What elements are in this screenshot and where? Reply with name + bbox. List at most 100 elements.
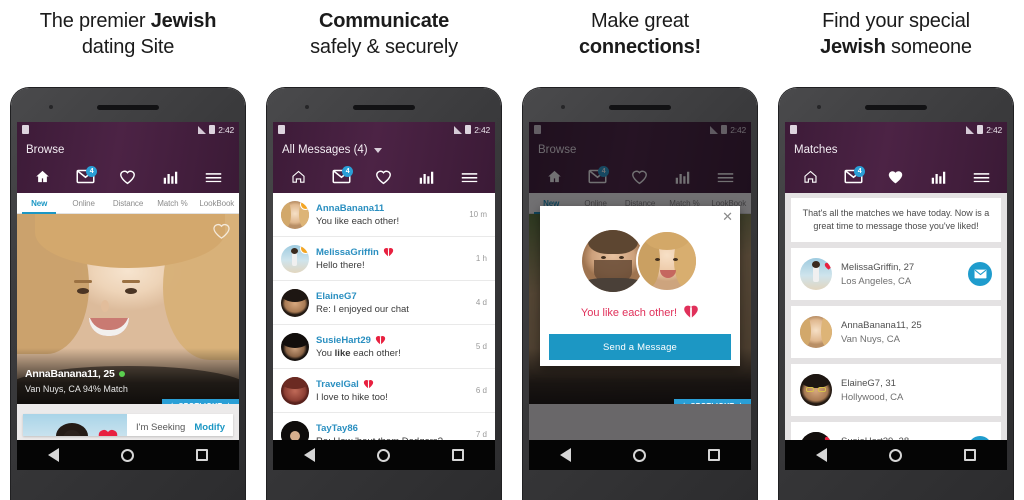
list-item[interactable]: ElaineG7 Re: I enjoyed our chat 4 d — [273, 281, 495, 325]
list-item[interactable]: TayTay86 Re: How 'bout them Dodgers? 7 d — [273, 413, 495, 440]
message-sender: ElaineG7 — [316, 291, 469, 302]
nav-recents-icon[interactable] — [964, 449, 976, 461]
seeking-text: I'm Seeking Modify I'm looking for: Wome… — [127, 414, 233, 470]
status-bar-2: 2:42 — [273, 122, 495, 137]
nav-home-icon[interactable] — [377, 448, 390, 462]
signal-icon — [454, 125, 463, 134]
nav-home-icon[interactable] — [633, 448, 646, 462]
mutual-like-heart-icon — [363, 379, 374, 389]
seeking-card[interactable]: I'm Seeking Modify I'm looking for: Wome… — [23, 414, 233, 470]
avatar — [281, 420, 309, 440]
nav-back-icon[interactable] — [304, 448, 315, 462]
sim-icon — [790, 125, 797, 134]
signal-icon — [198, 125, 207, 134]
headline-1: The premier Jewish dating Site — [0, 8, 256, 60]
list-item[interactable]: ElaineG7, 31 Hollywood, CA — [791, 364, 1001, 416]
matches-heart-icon[interactable] — [373, 167, 395, 187]
home-icon[interactable] — [287, 167, 309, 187]
avatar — [582, 230, 644, 292]
message-sender: AnnaBanana11 — [316, 203, 462, 214]
match-location: Van Nuys, CA — [841, 333, 900, 345]
android-nav-bar-4 — [785, 440, 1007, 470]
unread-dot — [300, 244, 309, 254]
status-bar-4: 2:42 — [785, 122, 1007, 137]
app-store-screenshot-strip: The premier Jewish dating Site 2:42 Brow… — [0, 0, 1024, 500]
messages-icon[interactable]: 4 — [74, 165, 98, 187]
messages-icon[interactable]: 4 — [842, 165, 866, 187]
message-sender: SusieHart29 — [316, 335, 469, 346]
nav-recents-icon[interactable] — [196, 449, 208, 461]
message-time: 5 d — [475, 342, 487, 351]
earpiece-speaker — [865, 105, 927, 110]
tab-lookbook[interactable]: LookBook — [195, 193, 239, 214]
phone-screen-2: 2:42 All Messages (4) 4 AnnaBanana11 You… — [273, 122, 495, 470]
nav-back-icon[interactable] — [48, 448, 59, 462]
list-item[interactable]: MelissaGriffin Hello there! 1 h — [273, 237, 495, 281]
close-icon[interactable]: ✕ — [722, 210, 733, 223]
browse-content-1: AnnaBanana11, 25 Van Nuys, CA 94% Match … — [17, 214, 239, 470]
match-modal: ✕ You like each other! Send a Message — [540, 206, 740, 366]
activity-chart-icon[interactable] — [928, 167, 950, 187]
avatar — [800, 374, 832, 406]
match-name: ElaineG7, 31 — [841, 377, 896, 389]
signal-icon — [966, 125, 975, 134]
nav-recents-icon[interactable] — [708, 449, 720, 461]
phone-bezel-top-1 — [17, 94, 239, 122]
list-item[interactable]: SusieHart29 You like each other! 5 d — [273, 325, 495, 369]
list-item[interactable]: TravelGal I love to hike too! 6 d — [273, 369, 495, 413]
nav-back-icon[interactable] — [560, 448, 571, 462]
earpiece-speaker — [609, 105, 671, 110]
seeking-photo — [23, 414, 127, 436]
list-item[interactable]: MelissaGriffin, 27 Los Angeles, CA — [791, 248, 1001, 300]
avatar — [281, 244, 309, 273]
match-location: Hollywood, CA — [841, 391, 904, 403]
seeking-modify-link[interactable]: Modify — [194, 422, 225, 433]
phone-bezel-top-2 — [273, 94, 495, 122]
tab-distance[interactable]: Distance — [106, 193, 150, 214]
page-title: Browse — [26, 144, 65, 156]
messages-list[interactable]: AnnaBanana11 You like each other! 10 m M… — [273, 193, 495, 440]
matches-list[interactable]: That's all the matches we have today. No… — [785, 193, 1007, 470]
battery-icon — [465, 125, 472, 134]
menu-icon[interactable] — [203, 167, 225, 187]
app-bar-title-row-2[interactable]: All Messages (4) — [273, 137, 495, 163]
nav-home-icon[interactable] — [889, 448, 902, 462]
mutual-like-heart-icon — [383, 247, 394, 257]
nav-home-icon[interactable] — [121, 448, 134, 462]
activity-chart-icon[interactable] — [416, 167, 438, 187]
browse-tab-strip-1: New Online Distance Match % LookBook — [17, 193, 239, 214]
avatar — [281, 200, 309, 229]
headline-3-line1: Make great — [590, 10, 690, 32]
send-message-button[interactable]: Send a Message — [549, 334, 731, 360]
home-icon[interactable] — [31, 167, 53, 187]
home-icon[interactable] — [799, 167, 821, 187]
messages-icon[interactable]: 4 — [330, 165, 354, 187]
matches-heart-icon[interactable] — [885, 167, 907, 187]
send-message-icon-button[interactable] — [968, 262, 992, 286]
star-icon: ★ — [681, 402, 688, 404]
nav-recents-icon[interactable] — [452, 449, 464, 461]
phone-screen-1: 2:42 Browse 4 New Online Distance Match … — [17, 122, 239, 470]
profile-photo-card[interactable]: AnnaBanana11, 25 Van Nuys, CA 94% Match … — [17, 214, 239, 404]
menu-icon[interactable] — [971, 167, 993, 187]
tab-online[interactable]: Online — [61, 193, 105, 214]
match-avatars — [582, 230, 698, 292]
headline-1-line1-pre: The premier — [39, 10, 151, 32]
tab-match-percent[interactable]: Match % — [150, 193, 194, 214]
avatar — [281, 332, 309, 361]
list-item[interactable]: AnnaBanana11, 25 Van Nuys, CA — [791, 306, 1001, 358]
list-item[interactable]: AnnaBanana11 You like each other! 10 m — [273, 193, 495, 237]
app-bar-2: 2:42 All Messages (4) 4 — [273, 122, 495, 193]
match-message-row: You like each other! — [581, 304, 699, 322]
menu-icon[interactable] — [459, 167, 481, 187]
nav-back-icon[interactable] — [816, 448, 827, 462]
android-nav-bar-2 — [273, 440, 495, 470]
chevron-down-icon[interactable] — [373, 147, 382, 153]
message-preview: You like each other! — [316, 215, 400, 227]
star-icon: ★ — [737, 402, 744, 404]
like-heart-icon[interactable] — [212, 222, 231, 241]
matches-heart-icon[interactable] — [117, 167, 139, 187]
sender-name: TayTay86 — [316, 422, 358, 434]
tab-new[interactable]: New — [17, 193, 61, 214]
activity-chart-icon[interactable] — [160, 167, 182, 187]
